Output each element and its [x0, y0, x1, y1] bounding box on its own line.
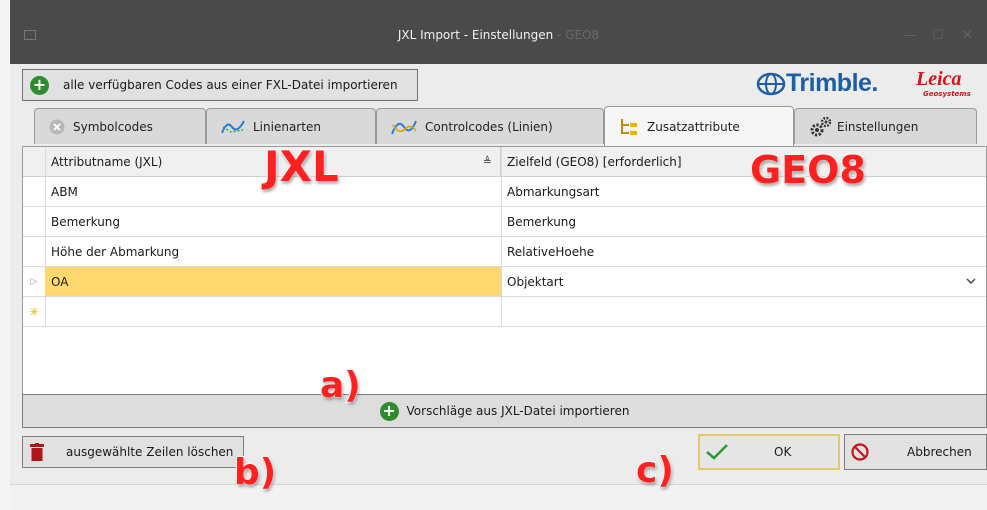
current-row-indicator-icon[interactable]: ▷ [23, 267, 45, 297]
row-header[interactable] [23, 177, 45, 207]
cell-text: Abmarkungsart [507, 184, 600, 199]
annotation-a: a) [319, 364, 362, 407]
cell-text: Höhe der Abmarkung [51, 244, 180, 259]
column-header-target[interactable]: Zielfeld (GEO8) [erforderlich] [501, 147, 986, 177]
trash-icon [30, 443, 44, 461]
new-row-icon[interactable]: ✳ [23, 297, 45, 327]
trimble-logo: Trimble. [756, 69, 878, 98]
annotation-b: b) [233, 451, 277, 494]
row-header-corner [23, 147, 45, 177]
table-cell-target[interactable]: RelativeHoehe [501, 237, 986, 267]
cell-text: Bemerkung [51, 214, 121, 229]
sort-ascending-icon: ≜ [482, 155, 492, 168]
delete-rows-button[interactable]: ausgewählte Zeilen löschen [22, 436, 244, 468]
line-types-icon [221, 118, 245, 136]
gears-icon [809, 116, 833, 138]
tab-einstellungen[interactable]: Einstellungen [794, 108, 977, 144]
row-header[interactable] [23, 237, 45, 267]
tab-controlcodes-label: Controlcodes (Linien) [425, 119, 553, 134]
trimble-logo-text: Trimble. [786, 69, 878, 97]
checkmark-icon [706, 444, 728, 460]
target-dropdown[interactable]: Objektart [501, 267, 986, 297]
column-header-source-label: Attributname (JXL) [51, 154, 163, 169]
tab-linienarten-label: Linienarten [253, 119, 321, 134]
tab-zusatzattribute-label: Zusatzattribute [647, 119, 740, 134]
delete-rows-label: ausgewählte Zeilen löschen [66, 445, 234, 459]
table-cell-source[interactable]: Höhe der Abmarkung [45, 237, 501, 267]
cancel-label: Abbrechen [907, 445, 972, 459]
tab-einstellungen-label: Einstellungen [837, 119, 919, 134]
cancel-button[interactable]: Abbrechen [844, 434, 987, 470]
dialog-content: + alle verfügbaren Codes aus einer FXL-D… [10, 64, 987, 510]
tab-controlcodes[interactable]: Controlcodes (Linien) [376, 108, 604, 144]
annotation-jxl: JXL [263, 141, 340, 192]
trimble-globe-icon [756, 72, 786, 95]
tree-attributes-icon [619, 117, 639, 137]
cell-text: OA [51, 274, 69, 289]
maximize-icon[interactable]: ☐ [932, 28, 944, 43]
control-codes-icon [391, 117, 417, 137]
table-cell-target[interactable]: Bemerkung [501, 207, 986, 237]
table-cell-source-selected[interactable]: OA [45, 267, 501, 297]
table-cell-source[interactable]: Bemerkung [45, 207, 501, 237]
ok-label: OK [774, 445, 792, 459]
annotation-geo8: GEO8 [749, 147, 867, 193]
import-suggestions-label: Vorschläge aus JXL-Datei importieren [406, 404, 630, 418]
chevron-down-icon [966, 278, 976, 284]
plus-circle-icon: + [379, 401, 399, 421]
tab-symbolcodes-label: Symbolcodes [73, 119, 153, 134]
new-row-source[interactable] [45, 297, 501, 327]
jxl-import-settings-window: JXL Import - Einstellungen - GEO8 — ☐ ✕ … [10, 0, 987, 510]
ok-button[interactable]: OK [698, 434, 840, 470]
table-cell-target[interactable]: Abmarkungsart [501, 177, 986, 207]
tab-zusatzattribute[interactable]: Zusatzattribute [604, 106, 794, 146]
row-header[interactable] [23, 207, 45, 237]
title-bar: JXL Import - Einstellungen - GEO8 — ☐ ✕ [10, 0, 987, 64]
leica-logo-sub: Geosystems [923, 90, 971, 98]
circle-x-icon [49, 119, 65, 135]
minimize-icon[interactable]: — [904, 28, 917, 43]
leica-logo: Leica [916, 68, 962, 90]
new-row-target[interactable] [501, 297, 986, 327]
status-strip [10, 484, 987, 510]
dropdown-value: Objektart [507, 274, 564, 289]
window-title-main: JXL Import - Einstellungen [397, 28, 554, 42]
cell-text: Bemerkung [507, 214, 577, 229]
column-header-target-label: Zielfeld (GEO8) [erforderlich] [507, 154, 682, 169]
cancel-icon [851, 443, 869, 461]
import-suggestions-button[interactable]: + Vorschläge aus JXL-Datei importieren [22, 394, 987, 428]
plus-circle-icon: + [30, 75, 49, 95]
close-icon[interactable]: ✕ [962, 28, 973, 43]
window-title: JXL Import - Einstellungen - GEO8 [10, 28, 987, 42]
import-fxl-label: alle verfügbaren Codes aus einer FXL-Dat… [63, 78, 398, 92]
cell-text: RelativeHoehe [507, 244, 595, 259]
annotation-c: c) [635, 449, 675, 492]
window-title-faded: - GEO8 [557, 28, 600, 42]
tab-linienarten[interactable]: Linienarten [206, 108, 376, 144]
tab-symbolcodes[interactable]: Symbolcodes [34, 108, 206, 144]
cell-text: ABM [51, 184, 78, 199]
import-fxl-button[interactable]: + alle verfügbaren Codes aus einer FXL-D… [22, 69, 418, 101]
